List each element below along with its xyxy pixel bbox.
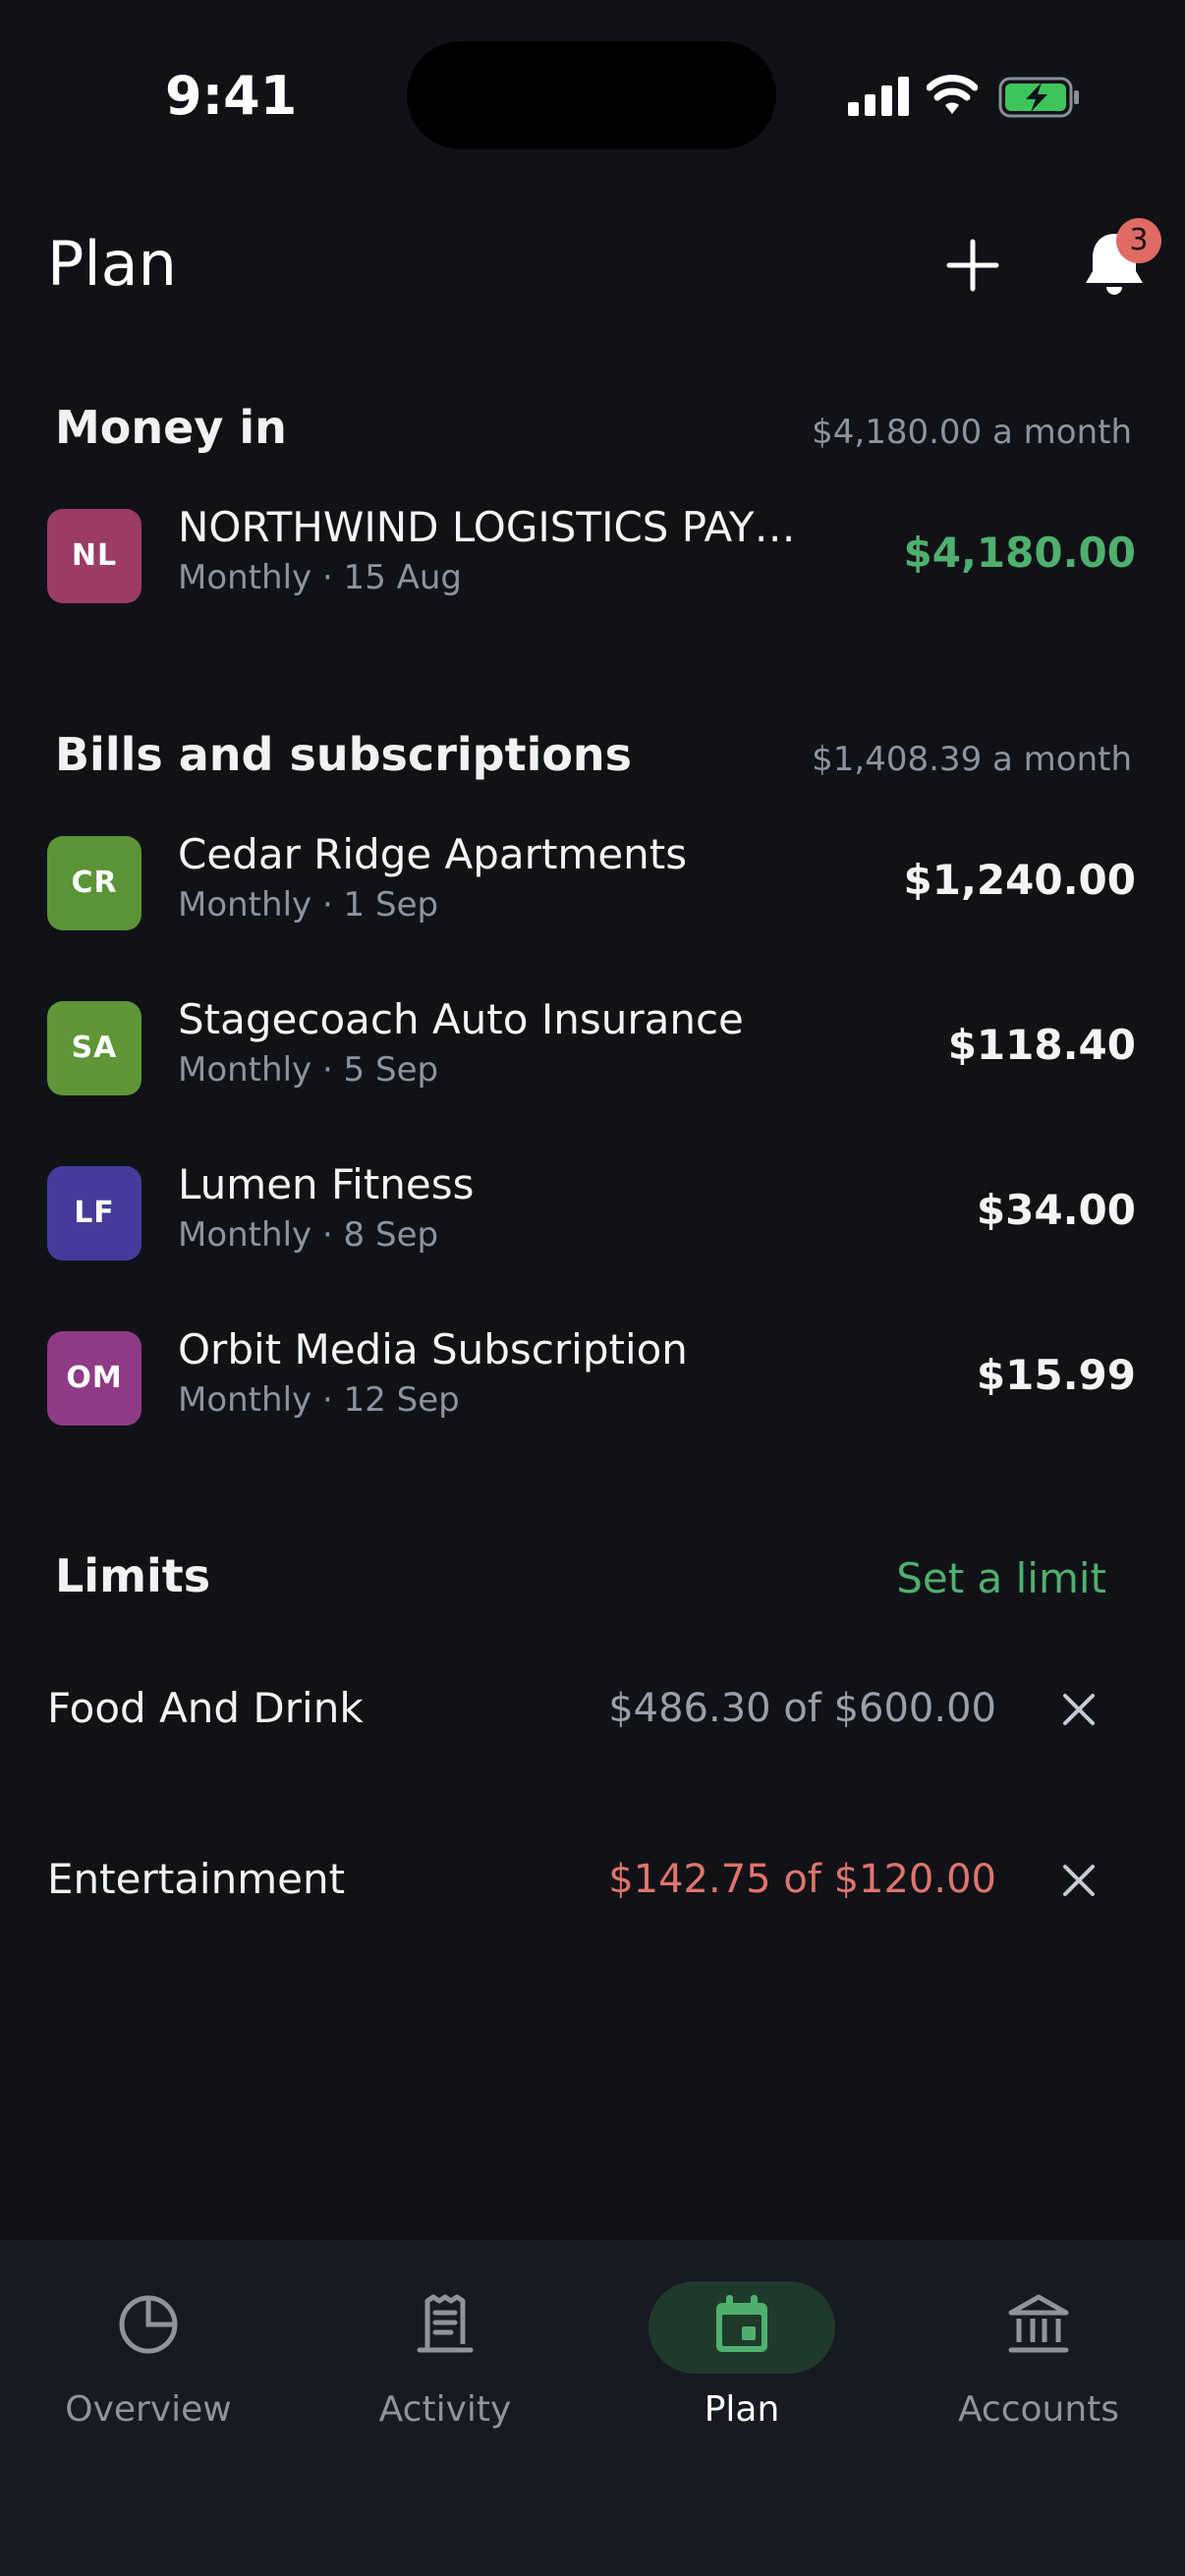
tab-label: Plan <box>704 2389 780 2430</box>
tab-bar: Overview Activity Plan Accounts <box>0 2240 1185 2576</box>
list-item[interactable]: SA Stagecoach Auto Insurance Monthly · 5… <box>0 991 1185 1109</box>
close-icon[interactable] <box>1055 1686 1102 1733</box>
avatar: LF <box>47 1166 141 1260</box>
list-item[interactable]: LF Lumen Fitness Monthly · 8 Sep $34.00 <box>0 1156 1185 1274</box>
notification-badge: 3 <box>1116 218 1161 263</box>
avatar: OM <box>47 1331 141 1426</box>
item-amount: $118.40 <box>947 1021 1136 1069</box>
list-item[interactable]: CR Cedar Ridge Apartments Monthly · 1 Se… <box>0 826 1185 944</box>
close-icon[interactable] <box>1055 1857 1102 1904</box>
item-name: Orbit Media Subscription <box>178 1325 688 1373</box>
tab-label: Accounts <box>957 2389 1120 2430</box>
bills-title: Bills and subscriptions <box>55 728 633 781</box>
item-name: Stagecoach Auto Insurance <box>178 995 744 1043</box>
cellular-signal-icon <box>848 77 909 116</box>
item-schedule: Monthly · 12 Sep <box>178 1380 460 1420</box>
tab-label: Overview <box>65 2389 232 2430</box>
item-schedule: Monthly · 1 Sep <box>178 885 439 924</box>
item-amount: $15.99 <box>976 1351 1136 1399</box>
list-item[interactable]: NL NORTHWIND LOGISTICS PAY… Monthly · 15… <box>0 499 1185 617</box>
money-in-title: Money in <box>55 401 287 454</box>
tab-activity[interactable]: Activity <box>297 2240 593 2456</box>
tab-accounts[interactable]: Accounts <box>890 2240 1185 2456</box>
limit-value: $486.30 of $600.00 <box>608 1686 996 1731</box>
calendar-icon <box>716 2295 767 2352</box>
item-amount: $34.00 <box>976 1186 1136 1234</box>
battery-charging-icon <box>998 77 1079 118</box>
item-schedule: Monthly · 15 Aug <box>178 558 463 597</box>
pie-chart-icon <box>119 2295 178 2354</box>
tab-overview[interactable]: Overview <box>0 2240 297 2456</box>
list-item[interactable]: OM Orbit Media Subscription Monthly · 12… <box>0 1321 1185 1439</box>
item-schedule: Monthly · 8 Sep <box>178 1215 439 1255</box>
limit-value: $142.75 of $120.00 <box>608 1857 996 1902</box>
avatar: CR <box>47 836 141 930</box>
item-amount: $1,240.00 <box>903 856 1136 904</box>
receipt-icon <box>417 2294 474 2353</box>
item-schedule: Monthly · 5 Sep <box>178 1050 439 1090</box>
bank-icon <box>1008 2294 1069 2353</box>
limit-name: Entertainment <box>47 1855 346 1903</box>
item-amount: $4,180.00 <box>903 529 1136 577</box>
tab-label: Activity <box>378 2389 512 2430</box>
tab-plan[interactable]: Plan <box>593 2240 890 2456</box>
limit-name: Food And Drink <box>47 1684 364 1732</box>
page-title: Plan <box>47 228 177 300</box>
item-name: Lumen Fitness <box>178 1160 475 1208</box>
set-limit-button[interactable]: Set a limit <box>896 1554 1106 1602</box>
avatar: SA <box>47 1001 141 1095</box>
limits-title: Limits <box>55 1549 211 1602</box>
item-name: NORTHWIND LOGISTICS PAY… <box>178 503 796 551</box>
status-time: 9:41 <box>165 65 298 127</box>
plus-icon[interactable] <box>941 234 1004 297</box>
money-in-summary: $4,180.00 a month <box>812 413 1132 452</box>
wifi-icon <box>927 75 978 114</box>
item-name: Cedar Ridge Apartments <box>178 830 688 878</box>
dynamic-island <box>407 41 776 149</box>
bills-summary: $1,408.39 a month <box>812 740 1132 779</box>
avatar: NL <box>47 509 141 603</box>
